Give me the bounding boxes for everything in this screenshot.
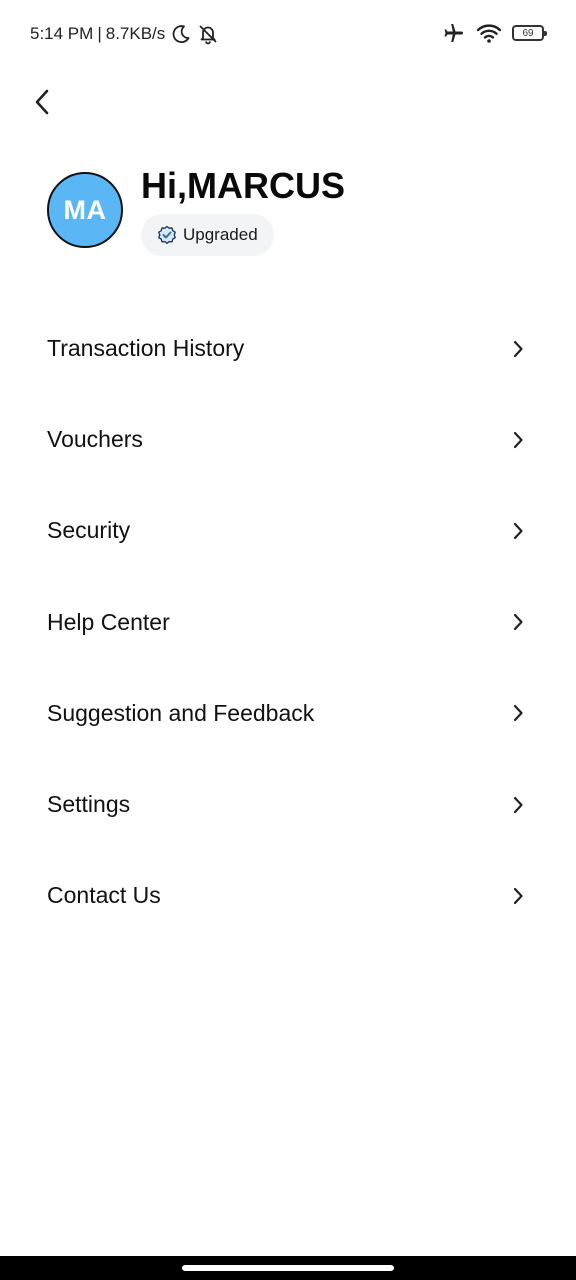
chevron-right-icon (510, 887, 526, 905)
badge-label: Upgraded (183, 225, 258, 244)
menu-item-label: Transaction History (47, 335, 245, 362)
bell-off-icon (199, 25, 217, 45)
menu-item-label: Suggestion and Feedback (47, 699, 315, 726)
chevron-right-icon (510, 431, 526, 449)
status-left: 5:14 PM | 8.7KB/s (30, 22, 219, 46)
airplane-icon (444, 24, 463, 42)
verified-badge-icon (158, 225, 176, 244)
menu-item-help-center[interactable]: Help Center (0, 577, 576, 668)
chevron-left-icon (35, 89, 49, 115)
back-button[interactable] (24, 82, 60, 122)
upgraded-badge[interactable]: Upgraded (141, 214, 274, 256)
battery-level: 69 (522, 27, 534, 39)
status-separator: | (97, 24, 102, 43)
navigation-bar (0, 1256, 576, 1280)
chevron-right-icon (510, 340, 526, 358)
status-bar: 5:14 PM | 8.7KB/s 69 (0, 0, 576, 66)
menu-item-contact-us[interactable]: Contact Us (0, 850, 576, 941)
menu-item-label: Contact Us (47, 882, 161, 909)
home-indicator[interactable] (182, 1265, 394, 1271)
greeting-prefix: Hi, (141, 165, 188, 206)
status-time: 5:14 PM (30, 24, 94, 43)
menu-item-label: Security (47, 517, 131, 544)
wifi-icon (476, 24, 502, 43)
status-right: 69 (442, 20, 547, 46)
network-speed: 8.7KB/s (105, 24, 166, 43)
moon-icon (172, 25, 190, 43)
avatar-initials: MA (63, 194, 107, 225)
menu-list: Transaction History Vouchers Security He… (0, 303, 576, 941)
chevron-right-icon (510, 522, 526, 540)
chevron-right-icon (510, 704, 526, 722)
menu-item-label: Settings (47, 791, 131, 818)
menu-item-vouchers[interactable]: Vouchers (0, 394, 576, 485)
battery-icon: 69 (512, 25, 547, 41)
menu-item-label: Vouchers (47, 426, 143, 453)
menu-item-suggestion-and-feedback[interactable]: Suggestion and Feedback (0, 668, 576, 759)
user-name: MARCUS (187, 165, 346, 206)
greeting: Hi, MARCUS (141, 166, 345, 206)
chevron-right-icon (510, 796, 526, 814)
avatar[interactable]: MA (47, 172, 123, 248)
menu-item-transaction-history[interactable]: Transaction History (0, 303, 576, 394)
menu-item-settings[interactable]: Settings (0, 759, 576, 850)
menu-item-security[interactable]: Security (0, 485, 576, 576)
chevron-right-icon (510, 613, 526, 631)
menu-item-label: Help Center (47, 608, 170, 635)
